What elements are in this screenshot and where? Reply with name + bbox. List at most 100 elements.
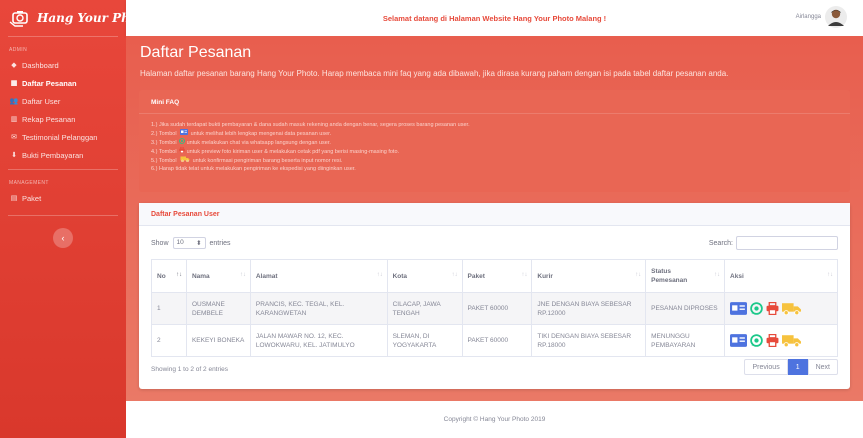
card-title: Daftar Pesanan User <box>139 203 850 226</box>
faq-title: Mini FAQ <box>151 99 180 106</box>
cell-kurir: JNE DENGAN BIAYA SEBESAR RP.12000 <box>531 292 647 325</box>
previous-button[interactable]: Previous <box>744 359 788 375</box>
print-button[interactable] <box>766 302 779 315</box>
sidebar-heading-management: MANAGEMENT <box>9 180 49 186</box>
sort-icon: ↑↓ <box>451 272 458 278</box>
whatsapp-button[interactable] <box>750 302 763 315</box>
cell-no: 2 <box>151 324 187 357</box>
search-input[interactable] <box>736 236 838 250</box>
dashboard-icon: ◆ <box>11 62 17 69</box>
detail-button[interactable] <box>730 334 748 347</box>
sidebar-item-label: Paket <box>22 193 42 203</box>
cell-kota: SLEMAN, DI YOGYAKARTA <box>386 324 463 357</box>
sidebar-heading-admin: ADMIN <box>9 47 28 53</box>
action-buttons <box>730 302 832 315</box>
sidebar-item-testimonial-pelanggan[interactable]: ✉ Testimonial Pelanggan <box>0 128 126 146</box>
faq-list: 1.) Jika sudah terdapat bukti pembayaran… <box>139 114 850 173</box>
copyright-text: Copyright © Hang Your Photo 2019 <box>443 416 546 423</box>
search-control: Search: <box>709 236 838 250</box>
id-card-icon <box>730 334 748 347</box>
cell-alamat: JALAN MAWAR NO. 12, KEC. LOWOKWARU, KEL.… <box>249 324 388 357</box>
column-header-paket[interactable]: Paket ↑↓ <box>461 259 533 293</box>
cell-status: MENUNGGU PEMBAYARAN <box>645 324 726 357</box>
detail-button[interactable] <box>730 302 748 315</box>
truck-icon <box>179 156 191 165</box>
faq-item-text: 4.) Tombol <box>151 149 177 155</box>
column-header-status-pemesanan[interactable]: Status Pemesanan ↑↓ <box>645 259 726 293</box>
sort-icon: ↑↓ <box>635 272 642 278</box>
faq-item-text: 5.) Tombol <box>151 158 177 164</box>
column-header-label: Aksi <box>730 272 744 280</box>
list-icon: ▦ <box>10 80 18 87</box>
sort-icon: ↑↓ <box>521 272 528 278</box>
print-icon <box>178 146 185 156</box>
faq-item: 4.) Tombol untuk preview foto kiriman use… <box>151 146 850 156</box>
footer: Copyright © Hang Your Photo 2019 <box>126 401 863 438</box>
sidebar-item-label: Daftar Pesanan <box>22 78 77 88</box>
entries-label: entries <box>209 239 231 247</box>
column-header-kota[interactable]: Kota ↑↓ <box>386 259 463 293</box>
sidebar-item-label: Testimonial Pelanggan <box>22 132 98 142</box>
column-header-label: Nama <box>191 272 210 280</box>
payment-icon: ⬇ <box>11 152 17 159</box>
cell-paket: PAKET 60000 <box>461 292 533 325</box>
column-header-label: Paket <box>467 272 485 280</box>
sidebar-divider <box>8 215 118 216</box>
sidebar-item-paket[interactable]: ▤ Paket <box>0 189 126 207</box>
faq-item: 3.) Tombol untuk melakukan chat via whats… <box>151 138 850 147</box>
faq-card: Mini FAQ 1.) Jika sudah terdapat bukti p… <box>139 90 850 192</box>
truck-icon <box>782 334 802 347</box>
sidebar-item-bukti-pembayaran[interactable]: ⬇ Bukti Pembayaran <box>0 146 126 164</box>
id-card-icon <box>179 129 189 138</box>
chevron-left-icon: ‹ <box>61 233 65 243</box>
ship-button[interactable] <box>782 302 802 315</box>
show-label: Show <box>151 239 169 247</box>
faq-item-text: 2.) Tombol <box>151 131 177 137</box>
table-row: 2 KEKEYI BONEKA JALAN MAWAR NO. 12, KEC. L… <box>151 324 838 357</box>
sort-icon: ↑↓ <box>175 272 182 278</box>
sort-icon: ↑↓ <box>239 272 246 278</box>
column-header-aksi[interactable]: Aksi ↑↓ <box>724 259 838 293</box>
ship-button[interactable] <box>782 334 802 347</box>
main-content: Daftar Pesanan Halaman daftar pesanan ba… <box>126 36 863 401</box>
next-button[interactable]: Next <box>807 359 838 375</box>
column-header-alamat[interactable]: Alamat ↑↓ <box>249 259 388 293</box>
cell-aksi <box>724 292 838 325</box>
faq-item-text: untuk konfirmasi pengiriman barang beser… <box>192 158 343 164</box>
column-header-kurir[interactable]: Kurir ↑↓ <box>531 259 647 293</box>
print-icon <box>766 302 779 315</box>
column-header-label: No <box>157 272 166 280</box>
sidebar: Hang Your Photo ADMIN ◆ Dashboard ▦ Daftar … <box>0 0 151 438</box>
cell-aksi <box>724 324 838 357</box>
column-header-nama[interactable]: Nama ↑↓ <box>185 259 251 293</box>
welcome-message: Selamat datang di Halaman Website Hang Y… <box>382 13 607 23</box>
column-header-no[interactable]: No ↑↓ <box>151 259 187 293</box>
orders-card: Daftar Pesanan User Show 10 ⬍ entries Sea… <box>139 203 850 389</box>
whatsapp-button[interactable] <box>750 334 763 347</box>
id-card-icon <box>730 302 748 315</box>
truck-icon <box>782 302 802 315</box>
page-1-button[interactable]: 1 <box>787 359 808 375</box>
entries-select[interactable]: 10 ⬍ <box>172 237 206 249</box>
sort-icon: ↑↓ <box>827 272 833 278</box>
sort-icon: ↑↓ <box>376 272 383 278</box>
brand[interactable]: Hang Your Photo <box>0 0 151 36</box>
whatsapp-icon <box>750 302 763 315</box>
whatsapp-icon <box>750 334 763 347</box>
recap-icon: ▥ <box>10 116 18 123</box>
cell-status: PESANAN DIPROSES <box>645 292 726 325</box>
sidebar-item-dashboard[interactable]: ◆ Dashboard <box>0 56 126 74</box>
print-button[interactable] <box>766 334 779 347</box>
sidebar-item-daftar-pesanan[interactable]: ▦ Daftar Pesanan <box>0 74 126 92</box>
comments-icon: ✉ <box>11 134 17 141</box>
sidebar-toggle-button[interactable]: ‹ <box>53 228 73 248</box>
sidebar-item-rekap-pesanan[interactable]: ▥ Rekap Pesanan <box>0 110 126 128</box>
users-icon: 👥 <box>9 98 19 105</box>
user-menu[interactable]: Airlangga <box>796 6 847 28</box>
table-info: Showing 1 to 2 of 2 entries <box>151 366 228 373</box>
faq-item-text: untuk preview foto kiriman user & melaku… <box>186 149 400 155</box>
faq-item: 1.) Jika sudah terdapat bukti pembayaran… <box>151 121 850 129</box>
cell-nama: OUSMANE DEMBELE <box>185 292 251 325</box>
cell-alamat: PRANCIS, KEC. TEGAL, KEL. KARANGWETAN <box>249 292 388 325</box>
sidebar-item-daftar-user[interactable]: 👥 Daftar User <box>0 92 126 110</box>
